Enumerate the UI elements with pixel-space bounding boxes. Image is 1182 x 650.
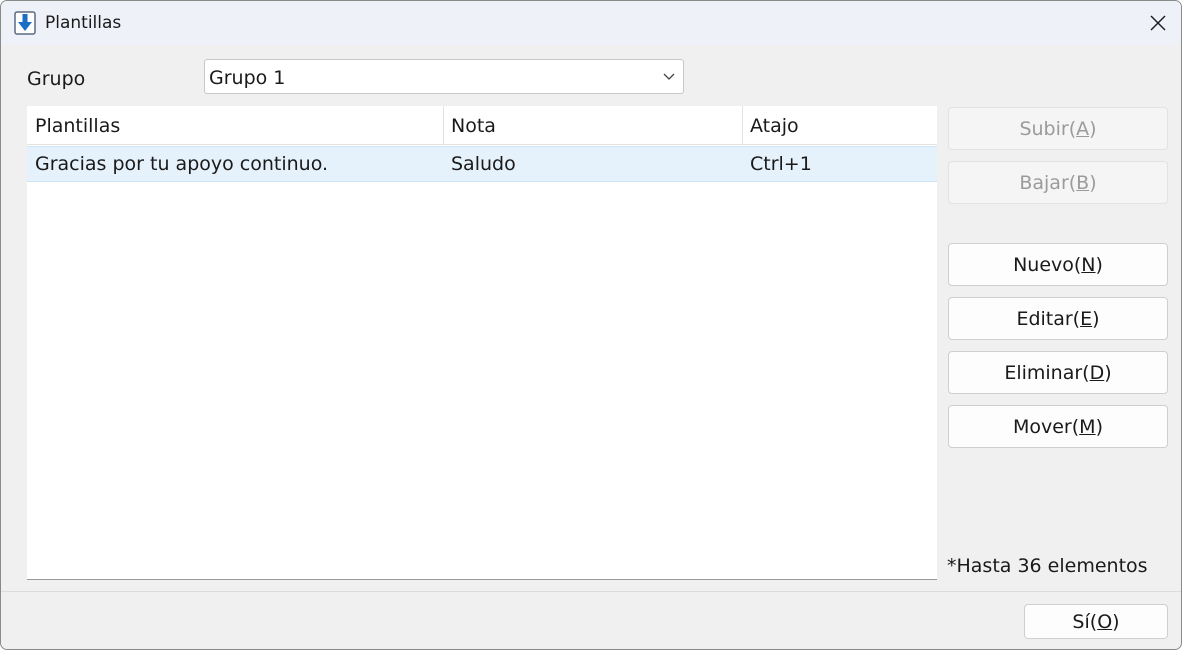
footer-divider: [1, 591, 1181, 592]
close-button[interactable]: [1135, 1, 1181, 45]
ok-label: Sí(: [1072, 610, 1098, 633]
chevron-down-icon: [663, 73, 675, 80]
templates-dialog: Plantillas Grupo Grupo 1 Plantillas Nota…: [0, 0, 1182, 650]
close-icon: [1150, 15, 1166, 31]
ok-accesskey: O: [1097, 610, 1113, 633]
group-select[interactable]: Grupo 1: [204, 59, 684, 94]
download-arrow-icon: [14, 11, 36, 35]
limit-note: *Hasta 36 elementos: [947, 555, 1148, 577]
row-template-text: Gracias por tu apoyo continuo.: [35, 153, 329, 175]
move-up-label-end: ): [1089, 117, 1097, 140]
move-button[interactable]: Mover(M): [948, 405, 1168, 448]
row-note: Saludo: [451, 153, 516, 175]
edit-label-end: ): [1092, 307, 1100, 330]
column-header-shortcut[interactable]: Atajo: [742, 106, 937, 144]
move-accesskey: M: [1079, 415, 1096, 438]
edit-button[interactable]: Editar(E): [948, 297, 1168, 340]
move-up-accesskey: A: [1076, 117, 1090, 140]
ok-button[interactable]: Sí(O): [1024, 604, 1168, 639]
row-shortcut: Ctrl+1: [750, 153, 812, 175]
column-header-note[interactable]: Nota: [443, 106, 742, 144]
move-down-label-end: ): [1089, 171, 1097, 194]
window-title: Plantillas: [45, 13, 122, 33]
edit-accesskey: E: [1080, 307, 1093, 330]
delete-accesskey: D: [1089, 361, 1105, 384]
templates-list[interactable]: Plantillas Nota Atajo Gracias por tu apo…: [27, 106, 937, 580]
move-down-accesskey: B: [1076, 171, 1090, 194]
group-select-value: Grupo 1: [209, 67, 286, 89]
list-header: Plantillas Nota Atajo: [27, 106, 937, 145]
new-label-end: ): [1095, 253, 1103, 276]
new-accesskey: N: [1081, 253, 1096, 276]
move-down-label: Bajar(: [1019, 171, 1077, 194]
delete-label: Eliminar(: [1004, 361, 1090, 384]
move-up-button[interactable]: Subir(A): [948, 107, 1168, 150]
new-label: Nuevo(: [1013, 253, 1082, 276]
title-bar: Plantillas: [1, 1, 1181, 45]
move-up-label: Subir(: [1019, 117, 1077, 140]
edit-label: Editar(: [1016, 307, 1081, 330]
delete-label-end: ): [1104, 361, 1112, 384]
group-label: Grupo: [27, 68, 86, 90]
move-label-end: ): [1095, 415, 1103, 438]
table-row[interactable]: Gracias por tu apoyo continuo. Saludo Ct…: [27, 146, 937, 182]
move-label: Mover(: [1012, 415, 1080, 438]
delete-button[interactable]: Eliminar(D): [948, 351, 1168, 394]
move-down-button[interactable]: Bajar(B): [948, 161, 1168, 204]
ok-label-end: ): [1112, 610, 1120, 633]
new-button[interactable]: Nuevo(N): [948, 243, 1168, 286]
column-header-templates[interactable]: Plantillas: [27, 106, 443, 144]
